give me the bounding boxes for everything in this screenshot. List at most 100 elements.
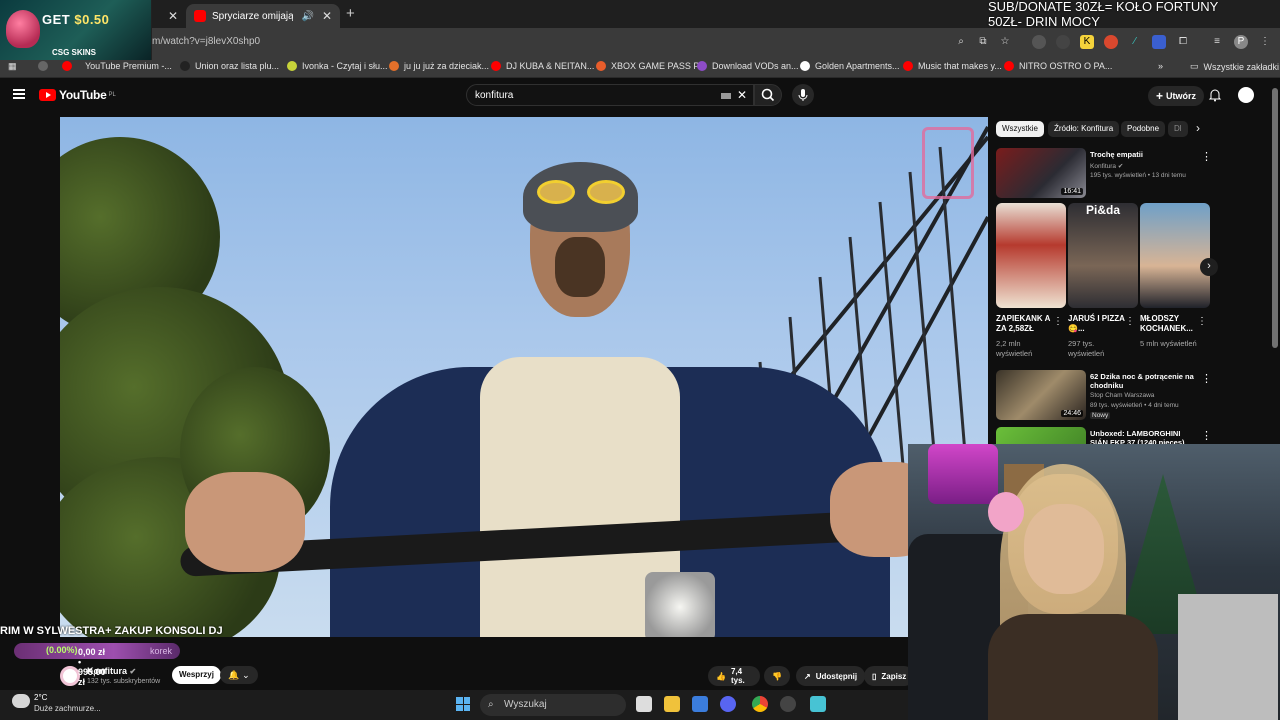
bookmark-1[interactable]: YouTube Premium -... [62, 61, 172, 71]
bookmark-5[interactable]: DJ KUBA & NEITAN... [491, 61, 594, 71]
short-more-icon[interactable]: ⋮ [1053, 316, 1063, 327]
url-field[interactable]: m/watch?v=j8levX0shp0 [152, 36, 260, 47]
sidebar-video-1[interactable]: 16:41 Trochę empatii Konfitura ✔ 195 tys… [996, 148, 1216, 198]
new-badge: Nowy [1090, 412, 1111, 419]
tab-active-video[interactable]: Spryciarze omijają korek - Y 🔊 ✕ [186, 4, 340, 28]
chip-more[interactable]: Dl [1168, 121, 1188, 137]
csgo-skins-promo-banner[interactable]: GET $0.50 CSG SKINS [0, 0, 152, 60]
apps-grid-icon[interactable]: ▦ [8, 61, 17, 72]
extension-icon-3[interactable]: K [1080, 35, 1094, 49]
more-actions-icon[interactable]: ⋮ [1201, 429, 1212, 442]
short-title[interactable]: JARUŚ I PIZZA 😋... [1068, 314, 1130, 334]
pink-headphones [988, 492, 1024, 532]
file-explorer-icon[interactable] [664, 696, 680, 712]
extension-icon-2[interactable] [1056, 35, 1070, 49]
short-thumbnail-1[interactable] [996, 203, 1066, 308]
extension-icon-1[interactable] [1032, 35, 1046, 49]
more-bookmarks-chevron-icon[interactable]: » [1158, 61, 1163, 71]
chrome-icon[interactable] [752, 696, 768, 712]
short-title[interactable]: ZAPIEKANK A ZA 2,58ZŁ [996, 314, 1058, 334]
media-control-icon[interactable]: ≡ [1210, 35, 1224, 49]
page-scrollbar[interactable] [1272, 88, 1278, 348]
notifications-bell-icon[interactable] [1208, 88, 1222, 102]
video-title[interactable]: 62 Dzika noc & potrącenie na chodniku [1090, 372, 1200, 390]
store-icon[interactable] [692, 696, 708, 712]
clear-search-icon[interactable]: ✕ [737, 88, 747, 102]
new-tab-button[interactable]: + [346, 5, 355, 22]
speaker-icon[interactable]: 🔊 [301, 11, 313, 22]
video-thumbnail[interactable]: 24:46 [996, 370, 1086, 420]
puzzle-icon[interactable]: ⧠ [1176, 35, 1190, 49]
more-actions-icon[interactable]: ⋮ [1201, 150, 1212, 163]
bookmark-2[interactable]: Union oraz lista plu... [180, 61, 279, 71]
keyboard-icon[interactable] [721, 93, 731, 99]
notepad-icon[interactable] [810, 696, 826, 712]
more-actions-icon[interactable]: ⋮ [1201, 372, 1212, 385]
bookmark-7[interactable]: Download VODs an... [697, 61, 799, 71]
windows-start-icon[interactable] [456, 697, 470, 711]
menu-icon[interactable]: ⋮ [1258, 35, 1272, 49]
close-tab-icon[interactable]: ✕ [322, 9, 332, 23]
notification-settings-button[interactable]: 🔔 ⌄ [220, 666, 258, 684]
extension-icon-5[interactable]: ⁄ [1128, 35, 1142, 49]
video-thumbnail[interactable]: 16:41 [996, 148, 1086, 198]
short-more-icon[interactable]: ⋮ [1125, 316, 1135, 327]
channel-avatar[interactable] [60, 666, 80, 686]
bookmark-4[interactable]: ju ju już za dzieciak... [389, 61, 489, 71]
pink-microphone [928, 444, 998, 504]
video-meta: 89 tys. wyświetleń • 4 dni temu [1090, 402, 1179, 409]
bookmark-9[interactable]: Music that makes y... [903, 61, 1002, 71]
bookmark-6[interactable]: XBOX GAME PASS P... [596, 61, 706, 71]
search-button[interactable] [754, 84, 782, 106]
video-title[interactable]: Unboxed: LAMBORGHINI SIÁN FKP 37 (1240 p… [1090, 429, 1200, 444]
short-thumbnail-3[interactable] [1140, 203, 1210, 308]
rider-sunglasses [533, 180, 633, 206]
chips-next-chevron-icon[interactable]: › [1196, 121, 1200, 135]
short-title[interactable]: MŁODSZY KOCHANEK... [1140, 314, 1202, 334]
bookmark-star-icon[interactable]: ☆ [998, 35, 1012, 49]
short-more-icon[interactable]: ⋮ [1197, 316, 1207, 327]
chip-source-konfitura[interactable]: Źródło: Konfitura [1048, 121, 1120, 137]
all-bookmarks-folder[interactable]: ▭ Wszystkie zakładki [1190, 61, 1279, 72]
save-button[interactable]: ▯ Zapisz [864, 666, 915, 686]
bookmark-8[interactable]: Golden Apartments... [800, 61, 900, 71]
account-avatar[interactable] [1238, 87, 1254, 103]
shorts-next-chevron-icon[interactable]: › [1200, 258, 1218, 276]
chip-similar[interactable]: Podobne [1121, 121, 1166, 137]
bookmark-icon-0[interactable] [38, 61, 53, 71]
share-button[interactable]: ↗ Udostępnij [796, 666, 866, 686]
video-title[interactable]: Trochę empatii [1090, 150, 1200, 159]
chip-all[interactable]: Wszystkie [996, 121, 1044, 137]
like-button[interactable]: 👍 7,4 tys. [708, 666, 760, 686]
sidebar-video-3[interactable]: Unboxed: LAMBORGHINI SIÁN FKP 37 (1240 p… [996, 427, 1216, 444]
short-thumbnail-2[interactable]: Pi&da [1068, 203, 1138, 308]
hamburger-menu-icon[interactable] [13, 89, 25, 99]
extension-icon-4[interactable] [1104, 35, 1118, 49]
discord-icon[interactable] [720, 696, 736, 712]
weather-cloud-icon[interactable] [12, 694, 30, 708]
profile-icon[interactable]: P [1234, 35, 1248, 49]
support-button[interactable]: Wesprzyj [172, 666, 221, 684]
youtube-logo[interactable]: YouTube PL [39, 88, 116, 102]
weather-description[interactable]: Duże zachmurze... [34, 704, 101, 713]
voice-search-button[interactable] [792, 84, 814, 106]
tab-close-previous[interactable]: ✕ [152, 4, 182, 28]
zoom-icon[interactable]: ⌕ [954, 35, 968, 49]
create-button[interactable]: + Utwórz [1148, 86, 1205, 106]
weather-temperature[interactable]: 2°C [34, 693, 47, 702]
donation-goal-bar: 0,00 zł • 999,00 zł (0.00%) korek [14, 643, 180, 687]
dislike-button[interactable]: 👎 [764, 666, 790, 686]
taskbar-search[interactable]: ⌕ Wyszukaj [480, 694, 626, 716]
app-icon[interactable] [780, 696, 796, 712]
install-icon[interactable]: ⧉ [976, 35, 990, 49]
extension-icon-6[interactable] [1152, 35, 1166, 49]
close-icon[interactable]: ✕ [168, 9, 178, 23]
video-thumbnail[interactable] [996, 427, 1086, 444]
bookmark-10[interactable]: NITRO OSTRO O PA... [1004, 61, 1112, 71]
sidebar-video-2[interactable]: 24:46 62 Dzika noc & potrącenie na chodn… [996, 370, 1216, 420]
share-icon: ↗ [804, 671, 811, 681]
search-input[interactable]: konfitura ✕ [466, 84, 754, 106]
bookmark-3[interactable]: Ivonka - Czytaj i słu... [287, 61, 388, 71]
video-player[interactable] [60, 117, 988, 637]
task-view-icon[interactable] [636, 696, 652, 712]
